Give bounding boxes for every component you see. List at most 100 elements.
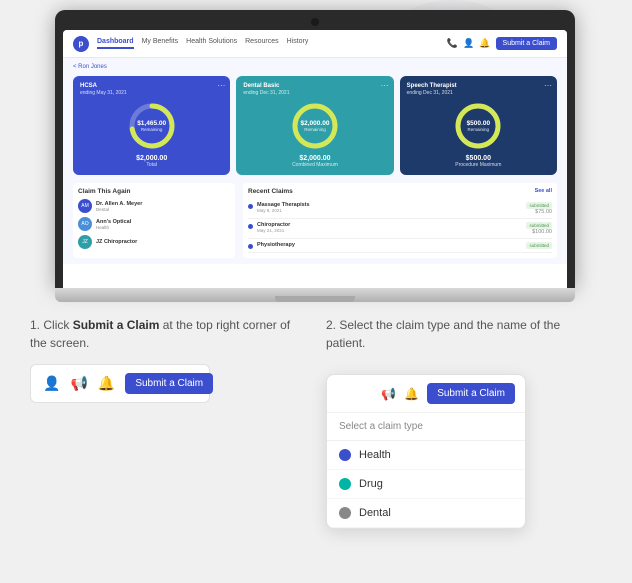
- breadcrumb: < Ron Jones: [73, 64, 557, 70]
- bottom-section: 1. Click Submit a Claim at the top right…: [0, 316, 632, 529]
- cards-row: ⋯ HCSA ending May 31, 2021 $1,465.00: [73, 76, 557, 175]
- card-hcsa-title: HCSA: [80, 83, 223, 89]
- recent-claims-header: Recent Claims See all: [248, 188, 552, 195]
- card-hcsa-total-amount: $2,000.00: [136, 155, 167, 162]
- recent-right-1: submitted $100.00: [526, 222, 552, 235]
- recent-date-0: May 9, 2021: [257, 208, 310, 213]
- donut-dental-sub: Remaining: [301, 127, 330, 132]
- see-all-link[interactable]: See all: [535, 188, 552, 194]
- claims-row: Claim This Again AM Dr. Allen A. Meyer D…: [73, 183, 557, 258]
- screen: p Dashboard My Benefits Health Solutions…: [63, 30, 567, 288]
- nav-logo: p: [73, 36, 89, 52]
- mock-bell-icon: 🔔: [98, 375, 115, 392]
- donut-hcsa-amount: $1,465.00: [137, 120, 166, 127]
- card-dental-basic[interactable]: ⋯ Dental Basic ending Dec 31, 2021 $2,00…: [236, 76, 393, 175]
- donut-speech-sub: Remaining: [467, 127, 491, 132]
- dropdown-option-health[interactable]: Health: [327, 441, 525, 470]
- donut-hcsa-label: $1,465.00 Remaining: [137, 120, 166, 132]
- card-speech-total-label: Procedure Maximum: [455, 162, 501, 168]
- breadcrumb-name[interactable]: Ron Jones: [78, 64, 107, 70]
- recent-amount-0: $75.00: [526, 209, 552, 215]
- drug-dot: [339, 478, 351, 490]
- donut-dental-label: $2,000.00 Remaining: [301, 120, 330, 132]
- dropdown-option-dental[interactable]: Dental: [327, 499, 525, 528]
- recent-item-0[interactable]: Massage Therapists May 9, 2021 submitted…: [248, 199, 552, 219]
- card-speech[interactable]: ⋯ Speech Therapist ending Dec 31, 2021 $…: [400, 76, 557, 175]
- claim-item-2[interactable]: JZ JZ Chiropractor: [78, 235, 230, 249]
- nav-link-history[interactable]: History: [287, 38, 309, 49]
- nav-link-dashboard[interactable]: Dashboard: [97, 38, 134, 49]
- recent-status-1: submitted: [526, 222, 552, 229]
- card-dental-total-label: Combined Maximum: [292, 162, 338, 168]
- card-menu-icon-3[interactable]: ⋯: [544, 81, 552, 90]
- card-dental-title: Dental Basic: [243, 83, 386, 89]
- phone-icon[interactable]: 📞: [447, 38, 458, 49]
- card-speech-donut: $500.00 Remaining $500.00 Procedure Maxi…: [407, 100, 550, 168]
- nav-submit-claim-button[interactable]: Submit a Claim: [496, 37, 557, 50]
- webcam: [311, 18, 319, 26]
- nav-links: Dashboard My Benefits Health Solutions R…: [97, 38, 439, 49]
- recent-item-2[interactable]: Physiotherapy submitted: [248, 239, 552, 253]
- claim-avatar-1: AO: [78, 217, 92, 231]
- nav-link-health[interactable]: Health Solutions: [186, 38, 237, 49]
- laptop-mockup: p Dashboard My Benefits Health Solutions…: [55, 10, 575, 302]
- dropdown-bell-icon: 🔔: [404, 387, 419, 401]
- screen-bezel: p Dashboard My Benefits Health Solutions…: [55, 10, 575, 288]
- card-hcsa[interactable]: ⋯ HCSA ending May 31, 2021 $1,465.00: [73, 76, 230, 175]
- dental-dot: [339, 507, 351, 519]
- card-menu-icon-2[interactable]: ⋯: [381, 81, 389, 90]
- mock-megaphone-icon: 📢: [70, 375, 87, 392]
- dropdown-submit-claim-button[interactable]: Submit a Claim: [427, 383, 515, 404]
- recent-right-2: submitted: [526, 242, 552, 249]
- mock-toolbar: 👤 📢 🔔 Submit a Claim: [30, 364, 210, 403]
- card-dental-date: ending Dec 31, 2021: [243, 90, 386, 96]
- claim-again-section: Claim This Again AM Dr. Allen A. Meyer D…: [73, 183, 235, 258]
- step1-bold: Submit a Claim: [73, 318, 160, 332]
- claim-info-1: Ann's Optical Health: [96, 219, 230, 230]
- dropdown-option-drug[interactable]: Drug: [327, 470, 525, 499]
- claim-item-1[interactable]: AO Ann's Optical Health: [78, 217, 230, 231]
- card-dental-donut: $2,000.00 Remaining $2,000.00 Combined M…: [243, 100, 386, 168]
- donut-speech-label: $500.00 Remaining: [467, 120, 491, 132]
- card-dental-total-amount: $2,000.00: [292, 155, 338, 162]
- recent-item-1[interactable]: Chiropractor May 21, 2021 submitted $100…: [248, 219, 552, 239]
- step2-number: 2.: [326, 318, 336, 332]
- nav-link-resources[interactable]: Resources: [245, 38, 278, 49]
- bell-icon[interactable]: 🔔: [479, 38, 490, 49]
- dropdown-header: 📢 🔔 Submit a Claim: [327, 375, 525, 413]
- dropdown-option-drug-label: Drug: [359, 478, 383, 490]
- dropdown-panel: 📢 🔔 Submit a Claim Select a claim type H…: [326, 374, 526, 529]
- dropdown-title: Select a claim type: [327, 413, 525, 441]
- step1-number: 1.: [30, 318, 40, 332]
- claim-avatar-0: AM: [78, 199, 92, 213]
- step2-text: 2. Select the claim type and the name of…: [326, 316, 602, 352]
- donut-dental-amount: $2,000.00: [301, 120, 330, 127]
- card-hcsa-date: ending May 31, 2021: [80, 90, 223, 96]
- nav-link-benefits[interactable]: My Benefits: [142, 38, 179, 49]
- claim-name-2: JZ Chiropractor: [96, 239, 230, 245]
- step1-text: 1. Click Submit a Claim at the top right…: [30, 316, 306, 352]
- donut-hcsa: $1,465.00 Remaining: [126, 100, 178, 152]
- step1-text-prefix: Click: [43, 318, 72, 332]
- recent-dot-2: [248, 244, 253, 249]
- recent-date-1: May 21, 2021: [257, 228, 290, 233]
- claim-item-0[interactable]: AM Dr. Allen A. Meyer Dental: [78, 199, 230, 213]
- recent-item-left-0: Massage Therapists May 9, 2021: [257, 202, 310, 213]
- person-icon[interactable]: 👤: [463, 38, 474, 49]
- card-dental-total: $2,000.00 Combined Maximum: [292, 155, 338, 168]
- nav-actions: 📞 👤 🔔 Submit a Claim: [447, 37, 557, 50]
- card-hcsa-total: $2,000.00 Total: [136, 155, 167, 168]
- recent-claims-section: Recent Claims See all Massage Therapists…: [243, 183, 557, 258]
- card-hcsa-total-label: Total: [136, 162, 167, 168]
- card-menu-icon[interactable]: ⋯: [217, 81, 225, 90]
- card-speech-title: Speech Therapist: [407, 83, 550, 89]
- claim-type-0: Dental: [96, 207, 230, 212]
- claim-info-2: JZ Chiropractor: [96, 239, 230, 245]
- recent-claims-title: Recent Claims: [248, 188, 293, 195]
- app-content: < Ron Jones ⋯ HCSA ending May 31, 2021: [63, 58, 567, 264]
- mock-submit-claim-button[interactable]: Submit a Claim: [125, 373, 213, 394]
- app-nav: p Dashboard My Benefits Health Solutions…: [63, 30, 567, 58]
- donut-speech-amount: $500.00: [467, 120, 491, 127]
- card-speech-date: ending Dec 31, 2021: [407, 90, 550, 96]
- step1-block: 1. Click Submit a Claim at the top right…: [30, 316, 306, 529]
